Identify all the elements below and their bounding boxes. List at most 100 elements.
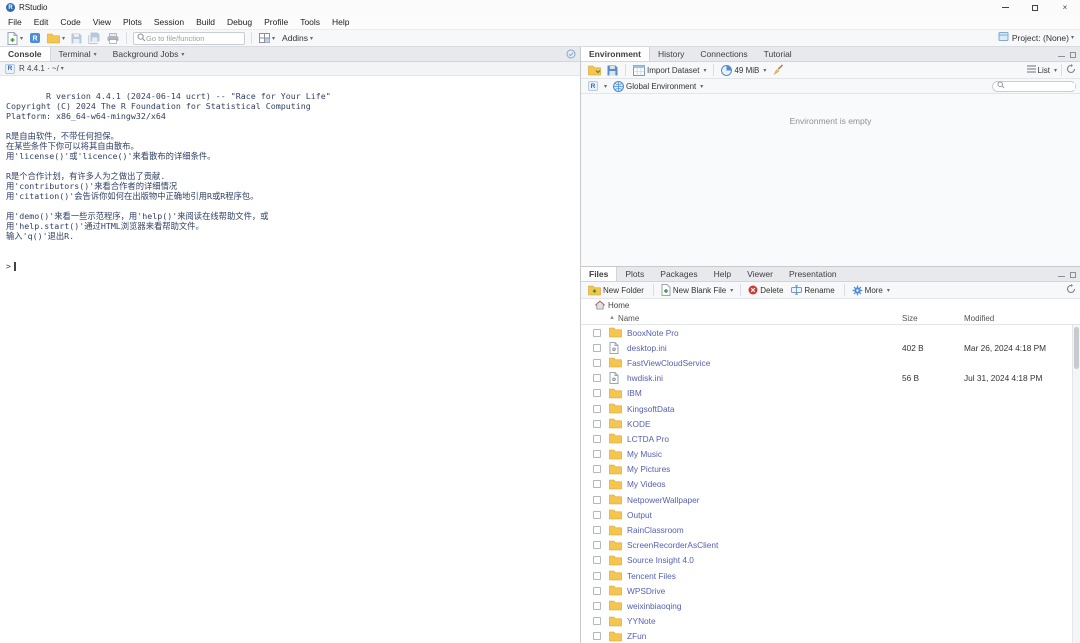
table-row[interactable]: IBM: [581, 386, 1072, 401]
table-row[interactable]: Tencent Files: [581, 568, 1072, 583]
file-name-link[interactable]: Output: [627, 510, 902, 520]
column-header-name[interactable]: ▲ Name: [609, 314, 902, 323]
row-checkbox[interactable]: [593, 435, 601, 443]
table-row[interactable]: Output: [581, 507, 1072, 522]
row-checkbox[interactable]: [593, 405, 601, 413]
file-name-link[interactable]: KODE: [627, 419, 902, 429]
new-blank-file-button[interactable]: New Blank File ▾: [658, 282, 736, 298]
row-checkbox[interactable]: [593, 511, 601, 519]
environment-search-input[interactable]: [1005, 83, 1075, 90]
tab-tutorial[interactable]: Tutorial: [756, 47, 800, 61]
column-header-modified[interactable]: Modified: [954, 314, 1072, 323]
tab-background-jobs[interactable]: Background Jobs▾: [105, 47, 193, 61]
table-row[interactable]: My Music: [581, 447, 1072, 462]
file-name-link[interactable]: NetpowerWallpaper: [627, 495, 902, 505]
table-row[interactable]: FastViewCloudService: [581, 355, 1072, 370]
menu-file[interactable]: File: [2, 17, 28, 27]
addins-button[interactable]: Addins ▾: [278, 33, 317, 43]
row-checkbox[interactable]: [593, 329, 601, 337]
table-row[interactable]: Source Insight 4.0: [581, 553, 1072, 568]
row-checkbox[interactable]: [593, 480, 601, 488]
scope-selector[interactable]: Global Environment ▾: [610, 78, 706, 94]
table-row[interactable]: My Pictures: [581, 462, 1072, 477]
table-row[interactable]: LCTDA Pro: [581, 431, 1072, 446]
file-name-link[interactable]: ScreenRecorderAsClient: [627, 540, 902, 550]
table-row[interactable]: NetpowerWallpaper: [581, 492, 1072, 507]
load-workspace-button[interactable]: [585, 62, 604, 78]
row-checkbox[interactable]: [593, 526, 601, 534]
memory-usage-button[interactable]: 49 MiB ▾: [718, 62, 769, 78]
import-dataset-button[interactable]: Import Dataset ▾: [630, 62, 709, 78]
tab-help[interactable]: Help: [706, 267, 739, 281]
file-name-link[interactable]: Tencent Files: [627, 571, 902, 581]
goto-file-search[interactable]: [133, 32, 245, 45]
goto-file-input[interactable]: [146, 34, 241, 43]
refresh-icon[interactable]: [1066, 284, 1076, 296]
tab-viewer[interactable]: Viewer: [739, 267, 781, 281]
pane-layout-button[interactable]: ▾: [256, 30, 278, 46]
console-output[interactable]: R version 4.4.1 (2024-06-14 ucrt) -- "Ra…: [0, 76, 580, 643]
delete-button[interactable]: Delete: [745, 282, 788, 298]
table-row[interactable]: weixinbiaoqing: [581, 598, 1072, 613]
language-selector[interactable]: R ▾: [585, 78, 610, 94]
refresh-icon[interactable]: [1066, 64, 1076, 76]
tab-history[interactable]: History: [650, 47, 692, 61]
maximize-button[interactable]: [1020, 0, 1050, 15]
file-name-link[interactable]: My Videos: [627, 479, 902, 489]
file-name-link[interactable]: desktop.ini: [627, 343, 902, 353]
project-selector[interactable]: Project: (None) ▾: [998, 31, 1074, 44]
open-file-button[interactable]: ▾: [44, 30, 68, 46]
file-name-link[interactable]: WPSDrive: [627, 586, 902, 596]
file-name-link[interactable]: Source Insight 4.0: [627, 555, 902, 565]
table-row[interactable]: YYNote: [581, 614, 1072, 629]
print-button[interactable]: [104, 30, 122, 46]
pane-maximize-icon[interactable]: [1070, 52, 1076, 58]
new-project-button[interactable]: R: [26, 30, 44, 46]
row-checkbox[interactable]: [593, 450, 601, 458]
console-monitor-icon[interactable]: [566, 49, 576, 61]
row-checkbox[interactable]: [593, 587, 601, 595]
table-row[interactable]: RainClassroom: [581, 522, 1072, 537]
table-row[interactable]: KingsoftData: [581, 401, 1072, 416]
more-button[interactable]: More ▾: [849, 282, 893, 298]
clear-objects-button[interactable]: [769, 62, 787, 78]
close-button[interactable]: ×: [1050, 0, 1080, 15]
minimize-button[interactable]: [990, 0, 1020, 15]
console-prompt-line[interactable]: >: [6, 261, 574, 271]
menu-debug[interactable]: Debug: [221, 17, 258, 27]
file-name-link[interactable]: hwdisk.ini: [627, 373, 902, 383]
table-row[interactable]: WPSDrive: [581, 583, 1072, 598]
file-name-link[interactable]: IBM: [627, 388, 902, 398]
menu-session[interactable]: Session: [148, 17, 190, 27]
row-checkbox[interactable]: [593, 602, 601, 610]
row-checkbox[interactable]: [593, 556, 601, 564]
file-name-link[interactable]: ZFun: [627, 631, 902, 641]
breadcrumb-home[interactable]: Home: [608, 301, 629, 310]
row-checkbox[interactable]: [593, 359, 601, 367]
tab-console[interactable]: Console: [0, 47, 51, 61]
file-name-link[interactable]: KingsoftData: [627, 404, 902, 414]
row-checkbox[interactable]: [593, 572, 601, 580]
file-name-link[interactable]: FastViewCloudService: [627, 358, 902, 368]
menu-edit[interactable]: Edit: [28, 17, 55, 27]
menu-tools[interactable]: Tools: [294, 17, 326, 27]
list-view-label[interactable]: List: [1038, 66, 1050, 75]
r-version-bar[interactable]: R R 4.4.1 · ~/ ▾: [0, 62, 580, 76]
menu-code[interactable]: Code: [54, 17, 86, 27]
tab-terminal[interactable]: Terminal▾: [51, 47, 105, 61]
pane-minimize-icon[interactable]: [1058, 56, 1065, 57]
table-row[interactable]: hwdisk.ini 56 B Jul 31, 2024 4:18 PM: [581, 371, 1072, 386]
table-row[interactable]: ZFun: [581, 629, 1072, 643]
file-name-link[interactable]: weixinbiaoqing: [627, 601, 902, 611]
save-button[interactable]: [68, 30, 85, 46]
save-all-button[interactable]: [85, 30, 104, 46]
scrollbar-thumb[interactable]: [1074, 327, 1079, 369]
file-name-link[interactable]: RainClassroom: [627, 525, 902, 535]
menu-view[interactable]: View: [87, 17, 117, 27]
menu-help[interactable]: Help: [326, 17, 355, 27]
row-checkbox[interactable]: [593, 632, 601, 640]
row-checkbox[interactable]: [593, 344, 601, 352]
environment-search-box[interactable]: [992, 81, 1076, 92]
files-scrollbar[interactable]: [1072, 325, 1080, 643]
tab-presentation[interactable]: Presentation: [781, 267, 845, 281]
